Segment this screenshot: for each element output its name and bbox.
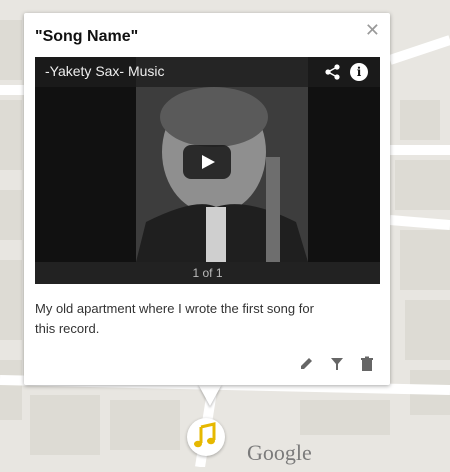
popup-actions	[298, 356, 376, 372]
info-icon[interactable]: i	[350, 63, 368, 81]
map-marker[interactable]	[187, 418, 225, 456]
info-window: "Song Name" ✕ -Yakety Sax- Music i 1 of …	[24, 13, 390, 385]
video-title[interactable]: -Yakety Sax- Music	[45, 63, 165, 79]
popup-title: "Song Name"	[35, 28, 139, 45]
delete-icon[interactable]	[358, 356, 376, 372]
video-player[interactable]: -Yakety Sax- Music i 1 of 1	[35, 57, 380, 284]
video-counter: 1 of 1	[35, 262, 380, 284]
play-icon[interactable]	[183, 145, 231, 179]
popup-description: My old apartment where I wrote the first…	[35, 301, 314, 336]
edit-icon[interactable]	[298, 356, 316, 372]
music-note-icon	[194, 422, 216, 448]
share-icon[interactable]	[324, 63, 342, 81]
style-icon[interactable]	[328, 356, 346, 372]
google-logo: Google	[247, 440, 312, 465]
close-icon[interactable]: ✕	[365, 21, 380, 39]
popup-tail	[198, 384, 222, 406]
